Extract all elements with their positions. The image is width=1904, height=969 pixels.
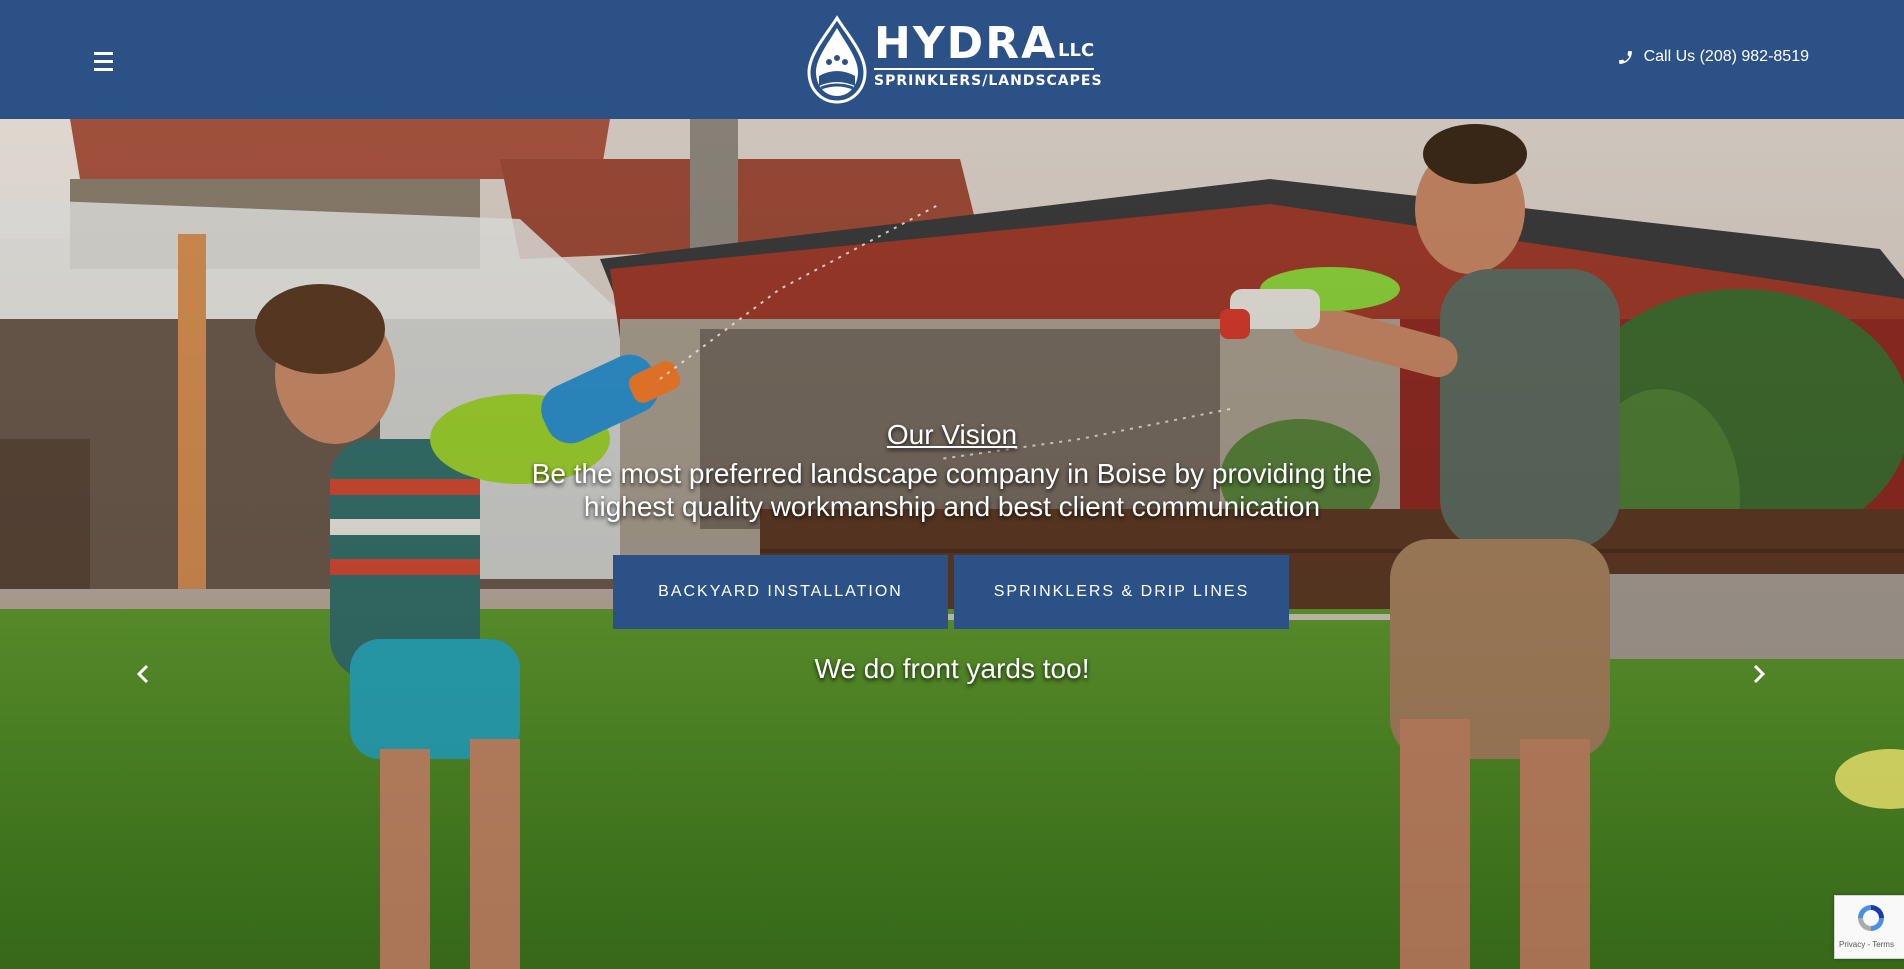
call-us-link[interactable]: Call Us (208) 982-8519 [1617,48,1809,66]
recaptcha-links[interactable]: Privacy - Terms [1839,940,1894,949]
brand-wordmark[interactable]: HYDRA LLC SPRINKLERS/LANDSCAPES [874,22,1102,89]
sprinklers-drip-lines-button[interactable]: SPRINKLERS & DRIP LINES [954,555,1289,629]
phone-icon [1618,50,1632,64]
vision-title: Our Vision [886,419,1018,450]
brand-suffix: LLC [1058,40,1095,61]
hero-slider [0,119,1904,969]
brand-tagline: SPRINKLERS/LANDSCAPES [874,68,1102,89]
phone-label: Call Us (208) 982-8519 [1643,48,1809,65]
front-yards-text: We do front yards too! [814,653,1090,684]
recaptcha-icon [1858,905,1884,931]
site-header: HYDRA LLC SPRINKLERS/LANDSCAPES Call Us … [0,0,1904,119]
vision-text: Be the most preferred landscape company … [531,458,1373,522]
hamburger-menu-icon[interactable] [84,42,122,80]
hero-background-image [0,119,1904,969]
recaptcha-badge[interactable]: Privacy - Terms [1834,895,1904,959]
backyard-installation-button[interactable]: BACKYARD INSTALLATION [613,555,948,629]
